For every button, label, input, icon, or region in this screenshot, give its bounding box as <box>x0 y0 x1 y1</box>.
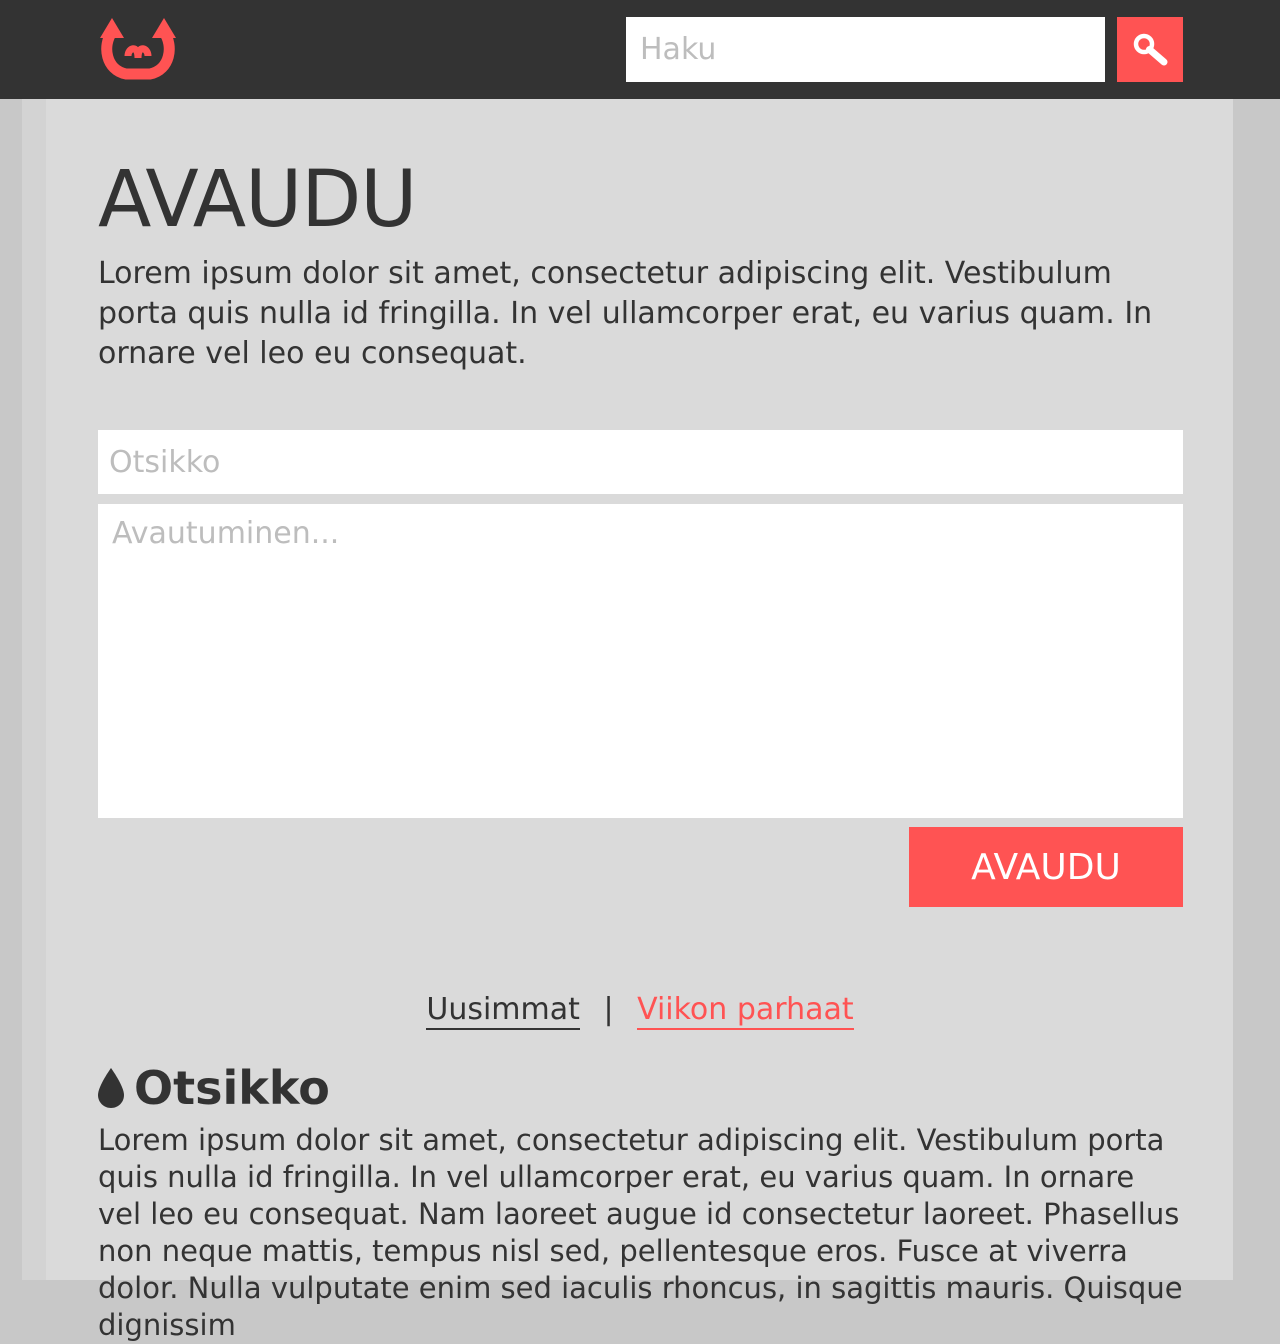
drop-icon <box>98 1068 124 1108</box>
logo-icon[interactable] <box>98 18 178 82</box>
search-icon <box>1133 33 1168 66</box>
post-title-field[interactable] <box>98 430 1183 494</box>
post-title[interactable]: Otsikko <box>98 1060 330 1116</box>
top-bar <box>0 0 1280 99</box>
tab-separator: | <box>603 992 614 1027</box>
tab-week-best[interactable]: Viikon parhaat <box>637 992 854 1030</box>
post-body: Lorem ipsum dolor sit amet, consectetur … <box>98 1123 1183 1342</box>
intro-text: Lorem ipsum dolor sit amet, consectetur … <box>98 256 1153 371</box>
post-body-field[interactable] <box>98 504 1183 818</box>
tab-latest[interactable]: Uusimmat <box>426 992 580 1030</box>
sort-tabs: Uusimmat | Viikon parhaat <box>0 990 1280 1030</box>
search-button[interactable] <box>1117 17 1183 82</box>
submit-button[interactable]: AVAUDU <box>909 827 1183 907</box>
search-input[interactable] <box>626 17 1105 82</box>
page-title: AVAUDU <box>98 155 417 245</box>
post-title-text: Otsikko <box>134 1061 330 1115</box>
